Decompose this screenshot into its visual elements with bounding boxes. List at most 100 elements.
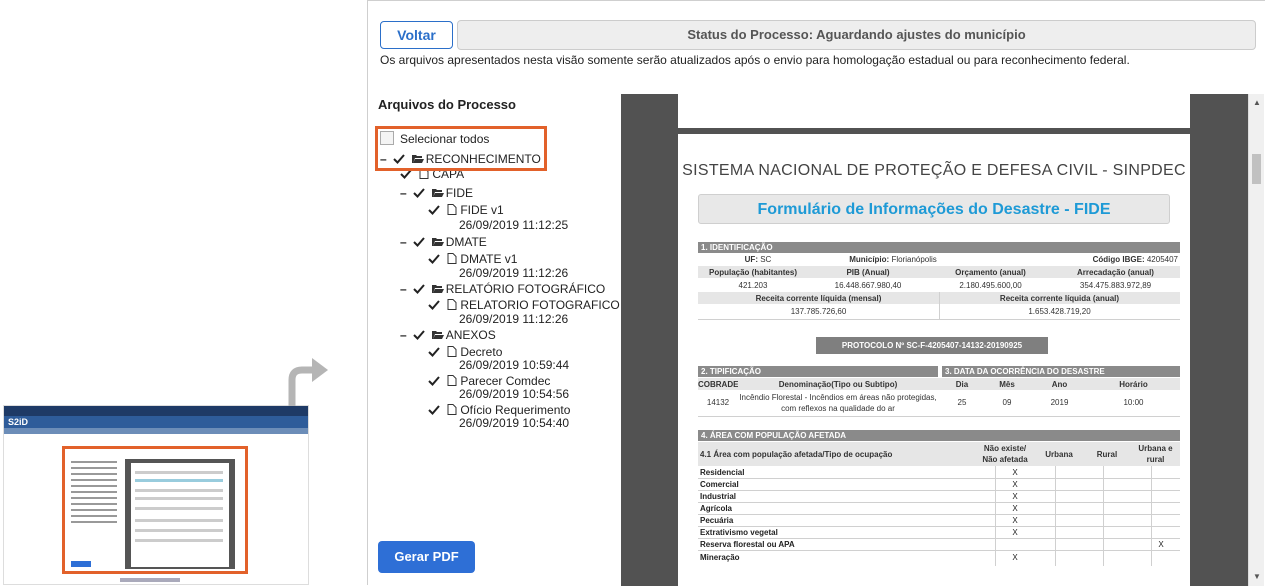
- notice-text: Os arquivos apresentados nesta visão som…: [380, 53, 1130, 67]
- document-viewer[interactable]: SISTEMA NACIONAL DE PROTEÇÃO E DEFESA CI…: [621, 94, 1248, 586]
- arrecadacao-value: 354.475.883.972,89: [1079, 281, 1152, 290]
- checkmark-icon[interactable]: [428, 299, 440, 311]
- ibge-field: Código IBGE: 4205407: [1092, 255, 1178, 264]
- denominacao-label: Denominação(Tipo ou Subtipo): [778, 380, 898, 389]
- col-rural: Rural: [1096, 450, 1118, 459]
- tree-label: Decreto: [460, 345, 503, 359]
- rcl-mensal-value: 137.785.726,60: [790, 307, 847, 316]
- pib-label: PIB (Anual): [846, 268, 890, 277]
- ano-value: 2019: [1050, 398, 1069, 407]
- tree-node-anexos[interactable]: – ANEXOS: [400, 328, 496, 343]
- tree-label: FIDE: [445, 186, 474, 200]
- folder-open-icon: [431, 331, 444, 339]
- tree-label: ANEXOS: [445, 328, 496, 342]
- rcl-anual-value: 1.653.428.719,20: [1028, 307, 1091, 316]
- occupancy-row: Reserva florestal ou APA X: [700, 540, 1164, 549]
- thumbnail-footer: [120, 578, 180, 582]
- tree-node-relatorio[interactable]: – RELATÓRIO FOTOGRÁFICO: [400, 282, 605, 297]
- occupancy-row: Agrícola X: [700, 504, 1018, 513]
- col-urbana-rural-1: Urbana e: [1138, 444, 1173, 453]
- scroll-thumb[interactable]: [1252, 154, 1261, 184]
- tree-label: RELATORIO FOTOGRAFICO v1: [460, 298, 636, 312]
- collapse-icon[interactable]: –: [400, 282, 410, 297]
- rcl-anual-label: Receita corrente líquida (anual): [999, 294, 1120, 303]
- system-title: SISTEMA NACIONAL DE PROTEÇÃO E DEFESA CI…: [682, 162, 1186, 179]
- collapse-icon[interactable]: –: [400, 328, 410, 343]
- checkmark-icon[interactable]: [428, 253, 440, 265]
- protocol-number: PROTOCOLO Nº SC-F-4205407-14132-20190925: [816, 337, 1048, 354]
- occupancy-row: Industrial X: [700, 492, 1018, 501]
- occupancy-row: Pecuária X: [700, 516, 1018, 525]
- cobrade-label: COBRADE: [698, 380, 738, 389]
- file-icon: [447, 204, 457, 215]
- tree-label: FIDE v1: [460, 203, 504, 217]
- checkmark-icon[interactable]: [428, 346, 440, 358]
- files-section-title: Arquivos do Processo: [378, 97, 516, 112]
- tree-label: DMATE: [445, 235, 487, 249]
- cobrade-value: 14132: [706, 398, 730, 407]
- col-nao-afetada-2: Não afetada: [982, 455, 1028, 464]
- horario-value: 10:00: [1123, 398, 1144, 407]
- section-tipificacao: 2. TIPIFICAÇÃO: [698, 366, 938, 377]
- thumbnail-navbar: S2iD: [4, 416, 308, 428]
- dia-value: 25: [957, 398, 967, 407]
- tree-node-fide-v1[interactable]: FIDE v1: [428, 203, 504, 218]
- occupancy-row: Comercial X: [700, 480, 1018, 489]
- tree-node-dmate[interactable]: – DMATE: [400, 235, 487, 250]
- curved-arrow-icon: [288, 358, 328, 406]
- arrecadacao-label: Arrecadação (anual): [1077, 268, 1154, 277]
- process-status-bar: Status do Processo: Aguardando ajustes d…: [457, 20, 1256, 50]
- tree-node-relatorio-v1[interactable]: RELATORIO FOTOGRAFICO v1: [428, 298, 636, 313]
- checkmark-icon[interactable]: [413, 187, 426, 199]
- pib-value: 16.448.667.980,40: [834, 281, 902, 290]
- viewer-scrollbar[interactable]: ▲ ▼: [1248, 94, 1264, 586]
- generate-pdf-button[interactable]: Gerar PDF: [378, 541, 475, 573]
- collapse-icon[interactable]: –: [400, 235, 410, 250]
- denominacao-line2: com reflexos na qualidade do ar: [781, 404, 895, 413]
- tree-node-fide[interactable]: – FIDE: [400, 186, 473, 201]
- occupancy-row: Mineração X: [700, 553, 1018, 562]
- file-date: 26/09/2019 10:54:56: [459, 387, 570, 401]
- file-icon: [447, 375, 457, 386]
- checkmark-icon[interactable]: [413, 329, 426, 341]
- document-page: SISTEMA NACIONAL DE PROTEÇÃO E DEFESA CI…: [678, 134, 1190, 586]
- thumbnail-subbar: [4, 428, 308, 434]
- scroll-down-icon[interactable]: ▼: [1253, 572, 1261, 581]
- page-thumbnail: S2iD: [3, 405, 309, 585]
- previous-page: [678, 94, 1190, 128]
- file-icon: [447, 346, 457, 357]
- file-date: 26/09/2019 11:12:26: [459, 266, 569, 280]
- file-icon: [447, 299, 457, 310]
- folder-open-icon: [431, 238, 444, 246]
- pop-label: População (habitantes): [708, 268, 797, 277]
- section-area-afetada: 4. ÁREA COM POPULAÇÃO AFETADA: [698, 430, 1180, 441]
- back-button[interactable]: Voltar: [380, 21, 453, 49]
- dia-label: Dia: [955, 380, 969, 389]
- checkmark-icon[interactable]: [428, 375, 440, 387]
- tree-label: DMATE v1: [460, 252, 518, 266]
- area-tipo-label: 4.1 Área com população afetada/Tipo de o…: [700, 450, 893, 459]
- col-urbana: Urbana: [1045, 450, 1073, 459]
- col-urbana-rural-2: rural: [1146, 455, 1165, 464]
- form-title: Formulário de Informações do Desastre - …: [698, 194, 1170, 224]
- occupancy-row: Residencial X: [700, 468, 1018, 477]
- file-icon: [447, 404, 457, 415]
- checkmark-icon[interactable]: [413, 283, 426, 295]
- occupancy-row: Extrativismo vegetal X: [700, 528, 1018, 537]
- tree-label: RELATÓRIO FOTOGRÁFICO: [445, 282, 606, 296]
- rcl-mensal-label: Receita corrente líquida (mensal): [755, 294, 882, 303]
- collapse-icon[interactable]: –: [400, 186, 410, 201]
- scroll-up-icon[interactable]: ▲: [1253, 98, 1261, 107]
- municipio-field: Município: Florianópolis: [849, 255, 937, 264]
- thumbnail-highlight-frame: [62, 446, 248, 574]
- orcamento-value: 2.180.495.600,00: [959, 281, 1022, 290]
- checkmark-icon[interactable]: [428, 404, 440, 416]
- file-date: 26/09/2019 11:12:26: [459, 312, 569, 326]
- pop-value: 421.203: [738, 281, 768, 290]
- process-panel: Voltar Status do Processo: Aguardando aj…: [367, 0, 1265, 586]
- checkmark-icon[interactable]: [413, 236, 426, 248]
- mes-label: Mês: [999, 380, 1015, 389]
- checkmark-icon[interactable]: [428, 204, 440, 216]
- highlight-frame: [375, 126, 547, 171]
- tree-node-dmate-v1[interactable]: DMATE v1: [428, 252, 517, 267]
